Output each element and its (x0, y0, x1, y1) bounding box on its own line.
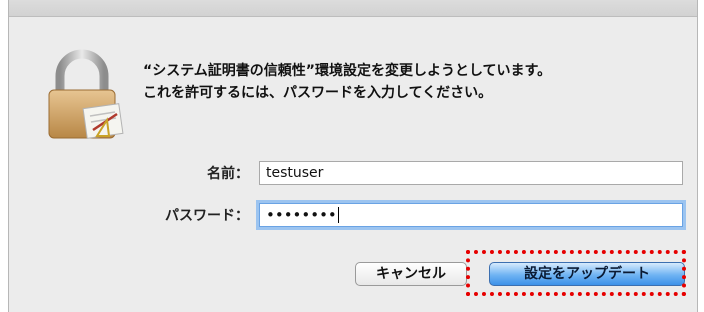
dialog-top-strip (9, 0, 697, 17)
password-mask: •••••••• (266, 206, 337, 224)
dialog-message: “システム証明書の信頼性”環境設定を変更しようとしています。 これを許可するには… (143, 60, 683, 104)
password-label: パスワード： (165, 208, 249, 224)
update-settings-button[interactable]: 設定をアップデート (489, 262, 685, 286)
name-label: 名前： (207, 166, 249, 182)
cancel-button[interactable]: キャンセル (355, 262, 467, 286)
message-line-1: “システム証明書の信頼性”環境設定を変更しようとしています。 (143, 63, 552, 79)
text-caret (337, 207, 339, 223)
authentication-dialog: “システム証明書の信頼性”環境設定を変更しようとしています。 これを許可するには… (8, 0, 698, 312)
username-field[interactable]: testuser (259, 161, 683, 185)
message-line-2: これを許可するには、パスワードを入力してください。 (143, 85, 493, 101)
username-value: testuser (266, 165, 324, 181)
lock-icon (48, 49, 124, 139)
password-field[interactable]: •••••••• (259, 203, 683, 227)
